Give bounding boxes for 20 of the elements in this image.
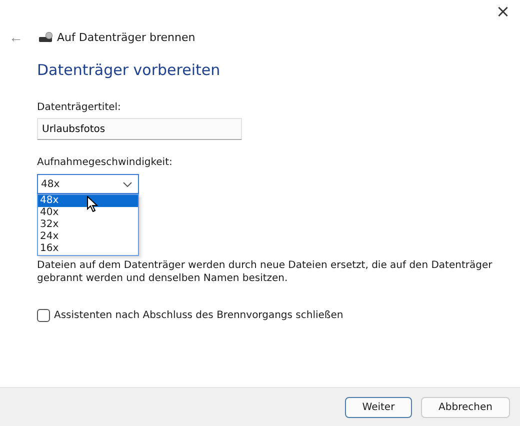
- field-label: Aufnahmegeschwindigkeit:: [37, 157, 172, 168]
- back-button[interactable]: ←: [6, 27, 26, 47]
- dropdown-option[interactable]: 40x: [38, 207, 138, 219]
- title-field[interactable]: Urlaubsfotos: [37, 118, 242, 140]
- speed-dropdown[interactable]: 48x: [37, 174, 139, 194]
- dropdown-option[interactable]: 48x: [38, 195, 138, 207]
- checkbox[interactable]: [37, 309, 50, 322]
- info-text: Dateien auf dem Datenträger werden durch neue Dateien ersetzt, die auf den Datenträger gebrannt werden und denselben Namen besitzen.: [37, 259, 494, 285]
- field-label: Datenträgertitel:: [37, 102, 121, 113]
- chevron-icon: [123, 182, 132, 186]
- dialog-button[interactable]: Abbrechen: [421, 396, 510, 418]
- page-heading: Datenträger vorbereiten: [37, 61, 220, 79]
- dropdown-option[interactable]: 24x: [38, 231, 138, 243]
- window-title: Auf Datenträger brennen: [57, 30, 196, 44]
- dialog-button[interactable]: Weiter: [345, 396, 412, 418]
- drive-icon: [39, 32, 53, 42]
- close-button[interactable]: ×: [489, 0, 517, 24]
- checkbox-label: Assistenten nach Abschluss des Brennvorgangs schließen: [54, 310, 344, 321]
- dropdown-option[interactable]: 32x: [38, 219, 138, 231]
- dropdown-option[interactable]: 16x: [38, 243, 138, 255]
